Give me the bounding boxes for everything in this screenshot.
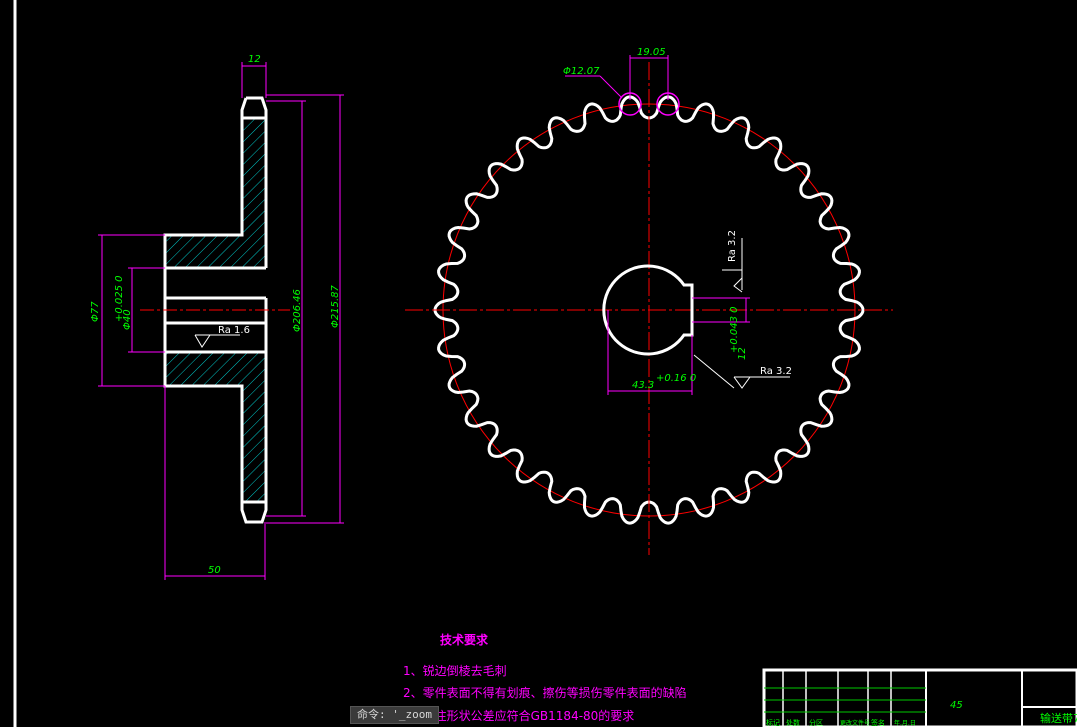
- tech-req-item-2: 2、零件表面不得有划痕、擦伤等损伤零件表面的缺陷: [403, 685, 687, 700]
- dim-keyway-tolerance: +0.043 0: [729, 306, 740, 353]
- dim-hub-diameter: Φ77: [90, 301, 101, 322]
- dim-hub-length: 50: [208, 565, 221, 576]
- dim-pitch-diameter: Φ206.46: [292, 289, 303, 332]
- roughness-ra-3-2-lower: Ra 3.2: [760, 366, 792, 377]
- title-label-2: 分区: [809, 718, 823, 727]
- hatch-tooth-upper: [243, 118, 265, 235]
- drawing-title-fragment: 输送带7: [1040, 711, 1077, 725]
- roughness-ra-3-2-upper: Ra 3.2: [727, 230, 738, 262]
- dim-bore-tolerance: +0.025 0: [114, 275, 125, 322]
- cad-drawing-canvas[interactable]: 12 50 Φ77 Φ40 +0.025 0 Φ206.46 Φ215.87 R…: [0, 0, 1077, 727]
- dim-outer-diameter: Φ215.87: [330, 285, 341, 328]
- title-label-5: 年.月.日: [894, 719, 916, 727]
- front-view[interactable]: 19.05 Φ12.07 12 +0.043 0 43.3 +0.16 0 Ra…: [405, 47, 893, 555]
- hatch-tooth-lower: [243, 386, 265, 503]
- hatch-hub-lower: [165, 352, 265, 386]
- hatch-hub-upper: [165, 235, 265, 267]
- command-input[interactable]: '_zoom: [386, 708, 432, 721]
- command-line[interactable]: 命令: '_zoom: [350, 706, 439, 724]
- side-section-view[interactable]: 12 50 Φ77 Φ40 +0.025 0 Φ206.46 Φ215.87 R…: [90, 54, 344, 580]
- dim-keyway-depth: 43.3: [632, 380, 654, 391]
- title-block[interactable]: 45 输送带7 标记 处数 分区 更改文件号 签名 年.月.日: [762, 668, 1077, 727]
- technical-requirements[interactable]: 技术要求 1、锐边倒棱去毛刺 2、零件表面不得有划痕、擦伤等损伤零件表面的缺陷 …: [403, 632, 687, 723]
- dim-groove-width: 19.05: [637, 47, 666, 58]
- tech-req-item-1: 1、锐边倒棱去毛刺: [403, 663, 507, 678]
- title-label-0: 标记: [766, 718, 780, 727]
- roughness-ra-1-6: Ra 1.6: [218, 325, 250, 336]
- command-prompt: 命令:: [357, 708, 386, 721]
- dim-roller-diameter: Φ12.07: [563, 66, 600, 77]
- title-label-3: 更改文件号: [840, 719, 870, 727]
- dim-keyway-depth-tolerance: +0.16 0: [656, 373, 696, 384]
- title-label-4: 签名: [871, 718, 885, 727]
- material-45: 45: [950, 700, 963, 711]
- title-label-1: 处数: [786, 718, 800, 727]
- dim-width-top: 12: [248, 54, 261, 65]
- tech-req-title: 技术要求: [440, 632, 489, 647]
